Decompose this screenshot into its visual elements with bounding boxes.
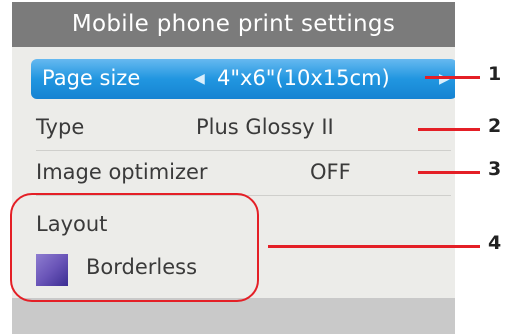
page-size-label: Page size (42, 66, 141, 90)
bottom-bar (12, 298, 455, 334)
page-size-value: 4"x6"(10x15cm) (217, 66, 390, 90)
callout-line-2 (418, 128, 480, 131)
callout-line-1 (425, 76, 480, 79)
image-optimizer-setting[interactable]: Image optimizer OFF (12, 160, 455, 194)
divider (36, 150, 451, 151)
image-optimizer-label: Image optimizer (36, 160, 208, 184)
callout-number-3: 3 (488, 158, 502, 180)
type-setting[interactable]: Type Plus Glossy II (12, 115, 455, 149)
layout-highlight-box (10, 193, 259, 302)
callout-number-1: 1 (488, 63, 502, 85)
callout-line-4 (268, 245, 480, 248)
image-optimizer-value: OFF (310, 160, 351, 184)
left-arrow-icon[interactable]: ◀ (194, 71, 205, 87)
callout-number-2: 2 (488, 115, 502, 137)
callout-number-4: 4 (488, 232, 502, 254)
screen-title: Mobile phone print settings (12, 2, 455, 47)
callout-line-3 (418, 171, 480, 174)
page-size-setting[interactable]: Page size ◀ 4"x6"(10x15cm) ▶ (31, 59, 455, 99)
type-label: Type (36, 115, 85, 139)
right-arrow-icon[interactable]: ▶ (439, 71, 450, 87)
type-value: Plus Glossy II (196, 115, 334, 139)
